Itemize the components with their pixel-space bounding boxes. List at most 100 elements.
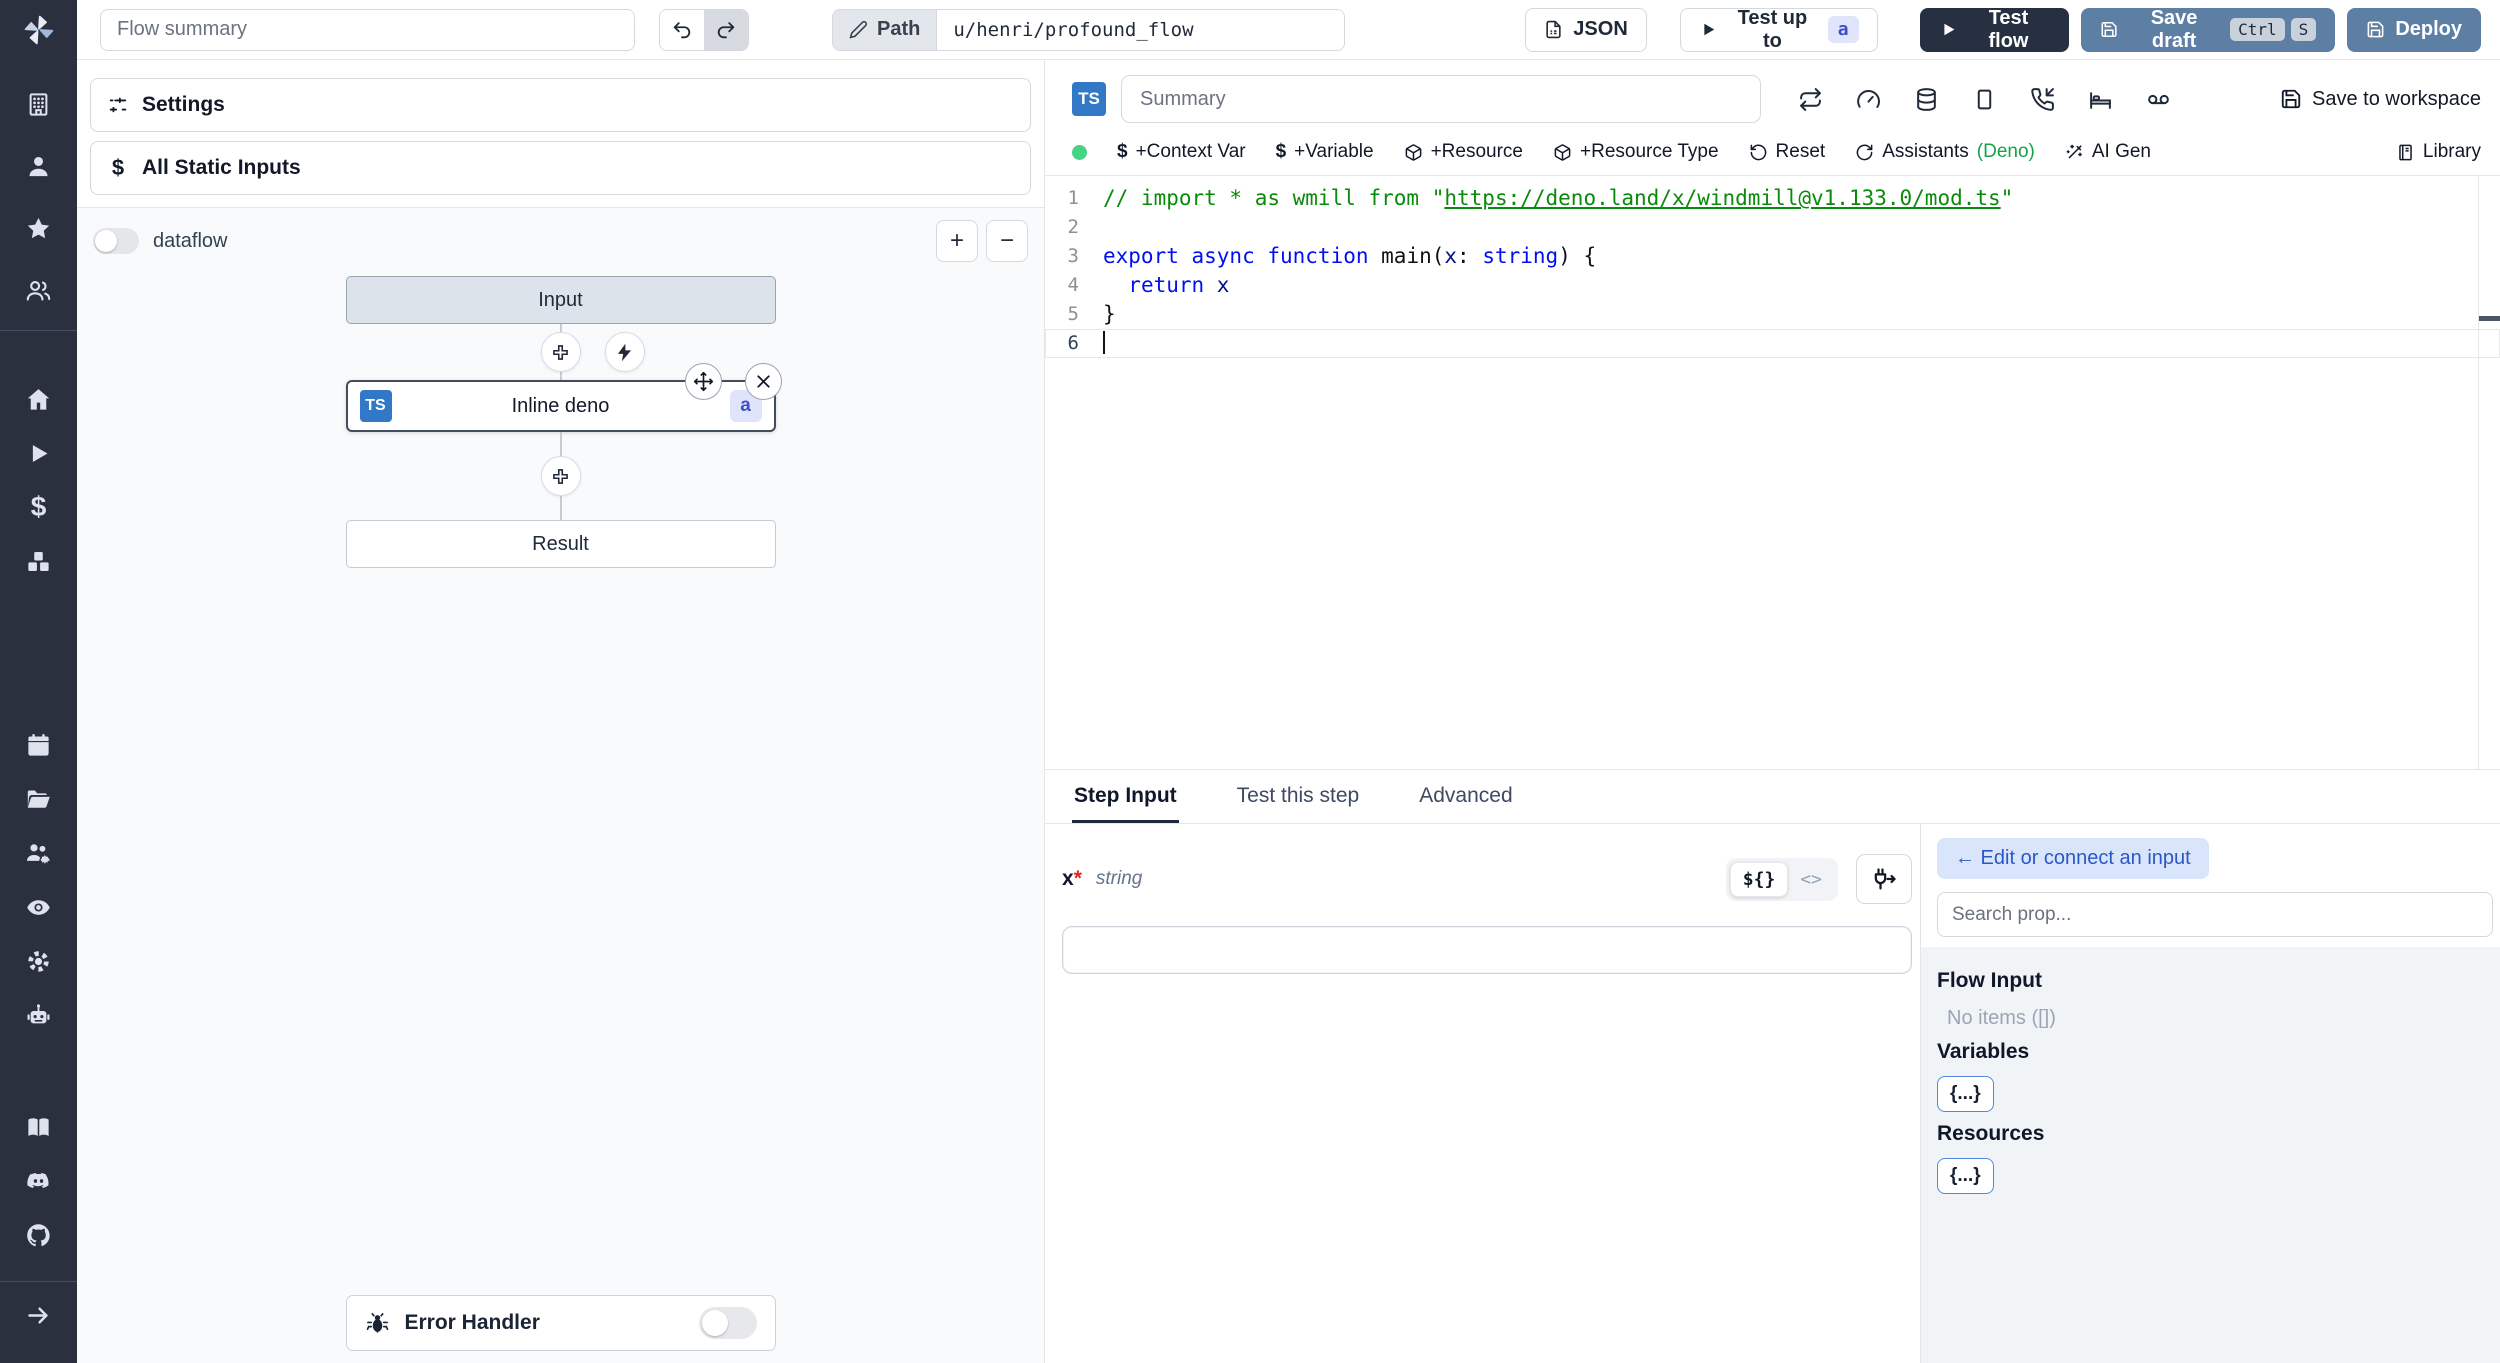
windmill-logo[interactable] — [0, 0, 77, 60]
expr-mode-button[interactable]: ${} — [1729, 861, 1789, 897]
test-flow-button[interactable]: Test flow — [1919, 7, 2069, 52]
app-window: $ Flow summary Path u/henri/profound_flo… — [0, 0, 2500, 1363]
save-to-workspace-button[interactable]: Save to workspace — [2280, 88, 2481, 111]
redo-button[interactable] — [704, 9, 748, 50]
add-trigger-button[interactable] — [604, 332, 645, 372]
save-icon — [2101, 21, 2117, 38]
assistants-button[interactable]: Assistants (Deno) — [1855, 141, 2035, 163]
flow-panel-header: Settings $ All Static Inputs — [77, 60, 1044, 207]
flow-graph: Input TS Inline deno a Result Error Hand… — [77, 262, 1044, 1363]
folder-open-icon[interactable] — [19, 779, 59, 819]
connector — [346, 432, 776, 520]
gauge-icon[interactable] — [1848, 79, 1888, 119]
delete-step-button[interactable] — [744, 363, 782, 400]
resources-object-chip[interactable]: {...} — [1937, 1158, 1994, 1194]
tab-test-this-step[interactable]: Test this step — [1235, 770, 1362, 823]
reset-button[interactable]: Reset — [1749, 141, 1825, 163]
close-icon — [756, 375, 770, 388]
argument-value-input[interactable] — [1062, 926, 1912, 974]
flow-node-input[interactable]: Input — [345, 276, 776, 324]
flow-node-step-a[interactable]: TS Inline deno a — [345, 363, 782, 432]
library-icon — [2399, 144, 2412, 160]
path-input[interactable] — [937, 9, 1345, 50]
add-step-button[interactable] — [540, 332, 581, 372]
error-handler[interactable]: Error Handler — [345, 1295, 776, 1351]
undo-button[interactable] — [660, 9, 705, 50]
deploy-button[interactable]: Deploy — [2347, 7, 2481, 52]
code-line: 5 } — [1067, 302, 1116, 326]
error-handler-toggle[interactable] — [698, 1307, 757, 1339]
step-tabs: Step Input Test this step Advanced — [1045, 770, 2500, 824]
lightning-icon — [617, 343, 632, 361]
eye-icon[interactable] — [19, 887, 59, 927]
database-icon[interactable] — [1906, 79, 1946, 119]
bed-icon[interactable] — [2080, 79, 2120, 119]
building-icon[interactable] — [19, 84, 59, 124]
github-icon[interactable] — [19, 1215, 59, 1255]
add-resource-button[interactable]: +Resource — [1404, 141, 1523, 163]
json-button[interactable]: JSON — [1525, 7, 1647, 52]
move-step-handle[interactable] — [684, 363, 722, 400]
flow-panel: Settings $ All Static Inputs dataflow + … — [77, 60, 1045, 1363]
retry-icon[interactable] — [1790, 79, 1830, 119]
zoom-in-button[interactable]: + — [936, 220, 978, 262]
editor-toolbar: $ +Context Var $ +Variable +Resource +Re… — [1045, 133, 2500, 176]
zoom-out-button[interactable]: − — [986, 220, 1028, 262]
tab-advanced[interactable]: Advanced — [1417, 770, 1514, 823]
arrow-right-icon[interactable] — [19, 1295, 59, 1335]
bug-icon — [366, 1312, 388, 1333]
calendar-icon[interactable] — [19, 725, 59, 765]
play-icon[interactable] — [19, 433, 59, 473]
connect-input-button[interactable] — [1856, 854, 1912, 904]
discord-icon[interactable] — [19, 1161, 59, 1201]
flow-summary-input[interactable] — [100, 8, 636, 51]
all-static-inputs-button[interactable]: $ All Static Inputs — [90, 141, 1031, 195]
summary-input[interactable] — [1121, 75, 1761, 123]
cubes-icon[interactable] — [19, 541, 59, 581]
variables-object-chip[interactable]: {...} — [1937, 1076, 1994, 1112]
save-draft-button[interactable]: Save draft Ctrl S — [2080, 7, 2336, 52]
prop-panel: ← Edit or connect an input Flow Input No… — [1921, 824, 2500, 1363]
dataflow-toggle[interactable] — [93, 228, 139, 254]
path-button[interactable]: Path — [832, 9, 938, 50]
code-line: 3 export async function main(x: string) … — [1067, 244, 1597, 268]
package-icon — [1554, 143, 1571, 161]
prop-search-input[interactable] — [1937, 892, 2493, 937]
star-icon[interactable] — [19, 208, 59, 248]
book-icon[interactable] — [19, 1107, 59, 1147]
argument-name: x — [1062, 867, 1074, 890]
add-variable-button[interactable]: $ +Variable — [1276, 141, 1374, 163]
home-icon[interactable] — [19, 379, 59, 419]
flow-settings-button[interactable]: Settings — [90, 78, 1031, 132]
code-mode-button[interactable]: <> — [1788, 863, 1834, 896]
code-editor[interactable]: 1 // import * as wmill from "https://den… — [1045, 176, 2500, 769]
add-context-var-button[interactable]: $ +Context Var — [1117, 141, 1246, 163]
flow-node-result[interactable]: Result — [345, 520, 776, 568]
library-button[interactable]: Library — [2396, 141, 2481, 163]
people-icon[interactable] — [19, 270, 59, 310]
people-gear-icon[interactable] — [19, 833, 59, 873]
rectangle-icon[interactable] — [1964, 79, 2004, 119]
ai-gen-button[interactable]: AI Gen — [2065, 141, 2151, 163]
edit-or-connect-button[interactable]: ← Edit or connect an input — [1937, 838, 2209, 879]
editor-overview-ruler[interactable] — [2478, 176, 2500, 769]
phone-incoming-icon[interactable] — [2022, 79, 2062, 119]
tab-step-input[interactable]: Step Input — [1072, 770, 1179, 823]
add-step-button[interactable] — [540, 456, 581, 496]
topbar: Path JSON Test up to a Test flow Save dr… — [77, 0, 2500, 60]
argument-type: string — [1095, 868, 1143, 889]
typescript-badge: TS — [359, 390, 392, 422]
robot-icon[interactable] — [19, 995, 59, 1035]
error-handler-label: Error Handler — [404, 1311, 540, 1334]
file-json-icon — [1546, 20, 1561, 39]
person-icon[interactable] — [19, 146, 59, 186]
dollar-icon: $ — [111, 155, 125, 180]
add-resource-type-button[interactable]: +Resource Type — [1553, 141, 1719, 163]
test-up-to-button[interactable]: Test up to a — [1679, 7, 1878, 52]
step-input-area: x * string ${} <> — [1045, 824, 1920, 1363]
sliders-icon — [109, 97, 127, 113]
gear-icon[interactable] — [19, 941, 59, 981]
dollar-icon[interactable]: $ — [19, 487, 59, 527]
voicemail-icon[interactable] — [2138, 79, 2178, 119]
step-config-pane: Step Input Test this step Advanced x * st… — [1045, 770, 2500, 1363]
